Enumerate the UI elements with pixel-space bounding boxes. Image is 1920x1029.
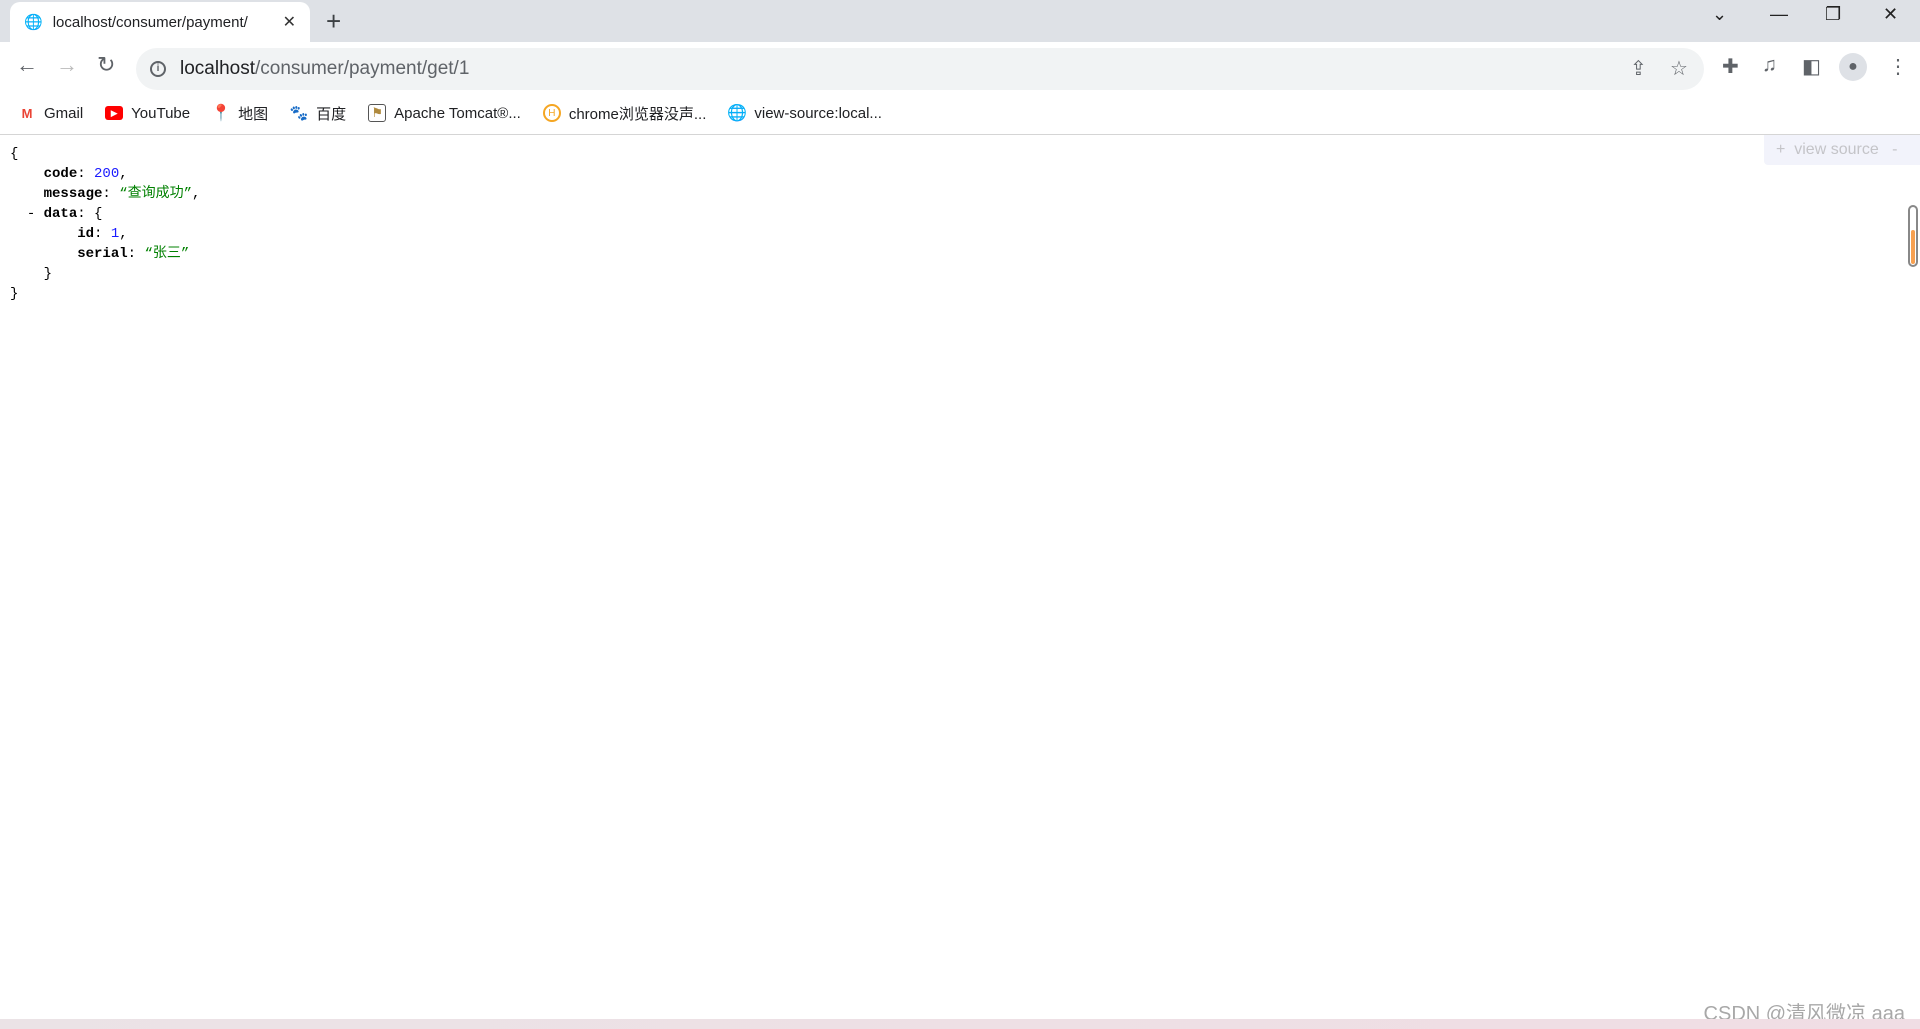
bookmarks-bar: M Gmail ▶ YouTube 📍 地图 🐾 百度 ⚑ Apache Tomcat®.… (0, 92, 1920, 135)
json-open-brace: { (10, 146, 19, 162)
json-key: id (77, 226, 95, 242)
minimize-button[interactable]: — (1770, 4, 1788, 25)
bookmark-view-source[interactable]: 🌐 view-source:local... (727, 104, 882, 123)
taskbar-strip (0, 1019, 1920, 1029)
back-button[interactable]: ← (16, 52, 38, 78)
forward-button[interactable]: → (56, 52, 78, 78)
url-host: localhost (180, 58, 255, 79)
side-panel-icon[interactable]: ◧ (1802, 54, 1821, 79)
view-source-panel[interactable]: + view source - (1764, 135, 1920, 165)
json-key: message (43, 186, 103, 202)
json-close-brace: } (10, 286, 19, 302)
media-control-icon[interactable]: ♫ (1762, 54, 1777, 77)
collapse-button[interactable]: - (1892, 141, 1897, 158)
bookmark-label: view-source:local... (754, 104, 882, 122)
bookmark-label: YouTube (131, 104, 191, 122)
globe-icon: 🌐 (24, 14, 43, 31)
bookmark-gmail[interactable]: M Gmail (18, 104, 84, 122)
collapse-toggle[interactable]: - (27, 206, 35, 222)
bookmark-chrome-sound[interactable]: Hchrome浏览器没声... (542, 103, 707, 124)
json-line-message: message: “查询成功”, (43, 186, 201, 202)
close-window-button[interactable]: ✕ (1883, 4, 1898, 25)
bookmark-maps[interactable]: 📍 地图 (211, 103, 269, 124)
json-key: data (43, 206, 78, 222)
json-line-id: id: 1, (77, 226, 128, 242)
json-viewer: { code: 200, message: “查询成功”, - data: { … (10, 144, 200, 304)
bookmark-youtube[interactable]: ▶ YouTube (105, 105, 190, 122)
json-line-data: - data: { (26, 206, 103, 222)
json-key: code (43, 166, 78, 182)
view-source-label[interactable]: view source (1794, 141, 1878, 158)
json-line-data-close: } (10, 264, 200, 284)
scroll-indicator[interactable] (1908, 205, 1918, 267)
site-icon: H (542, 104, 561, 122)
json-key: serial (77, 246, 128, 262)
bookmark-label: 百度 (316, 105, 347, 123)
close-tab-icon[interactable]: ✕ (283, 12, 296, 32)
restore-button[interactable]: ❐ (1825, 4, 1841, 25)
json-value: “张三” (144, 246, 190, 262)
reload-button[interactable]: ↻ (97, 52, 115, 78)
bookmark-baidu[interactable]: 🐾 百度 (290, 103, 346, 124)
share-icon[interactable]: ⇪ (1630, 56, 1647, 81)
bookmark-label: chrome浏览器没声... (568, 105, 707, 123)
json-brace: { (94, 206, 103, 222)
gmail-icon: M (21, 105, 33, 121)
baidu-icon: 🐾 (289, 105, 309, 122)
info-icon[interactable]: i (150, 61, 166, 77)
bookmark-tomcat[interactable]: ⚑ Apache Tomcat®... (368, 104, 521, 122)
tomcat-icon: ⚑ (368, 104, 387, 122)
menu-icon[interactable]: ⋮ (1888, 54, 1908, 79)
new-tab-button[interactable]: + (326, 6, 341, 37)
bookmark-label: 地图 (238, 105, 269, 123)
json-brace: } (43, 266, 53, 282)
json-value: 200 (94, 166, 120, 182)
json-line-code: code: 200, (43, 166, 128, 182)
address-bar[interactable]: i localhost/consumer/payment/get/1 ⇪ ☆ (136, 48, 1704, 90)
tab-active[interactable]: 🌐 localhost/consumer/payment/ ✕ (10, 2, 310, 42)
bookmark-label: Apache Tomcat®... (394, 104, 521, 122)
profile-avatar[interactable]: ● (1839, 53, 1867, 81)
maps-icon: 📍 (211, 105, 232, 122)
youtube-icon: ▶ (105, 106, 124, 120)
globe-icon: 🌐 (727, 105, 748, 122)
json-value: “查询成功” (119, 186, 193, 202)
url-path: /consumer/payment/get/1 (255, 58, 470, 79)
json-line-serial: serial: “张三” (77, 246, 190, 262)
json-value: 1 (110, 226, 120, 242)
expand-button[interactable]: + (1776, 141, 1785, 158)
bookmark-label: Gmail (44, 104, 84, 122)
bookmark-star-icon[interactable]: ☆ (1670, 56, 1688, 81)
tab-title: localhost/consumer/payment/ (52, 13, 248, 31)
tab-search-icon[interactable]: ⌄ (1712, 4, 1727, 25)
tab-strip: 🌐 localhost/consumer/payment/ ✕ + ⌄ — ❐ … (0, 0, 1920, 42)
extensions-icon[interactable]: ✚ (1722, 54, 1739, 79)
toolbar: ← → ↻ i localhost/consumer/payment/get/1… (0, 42, 1920, 92)
